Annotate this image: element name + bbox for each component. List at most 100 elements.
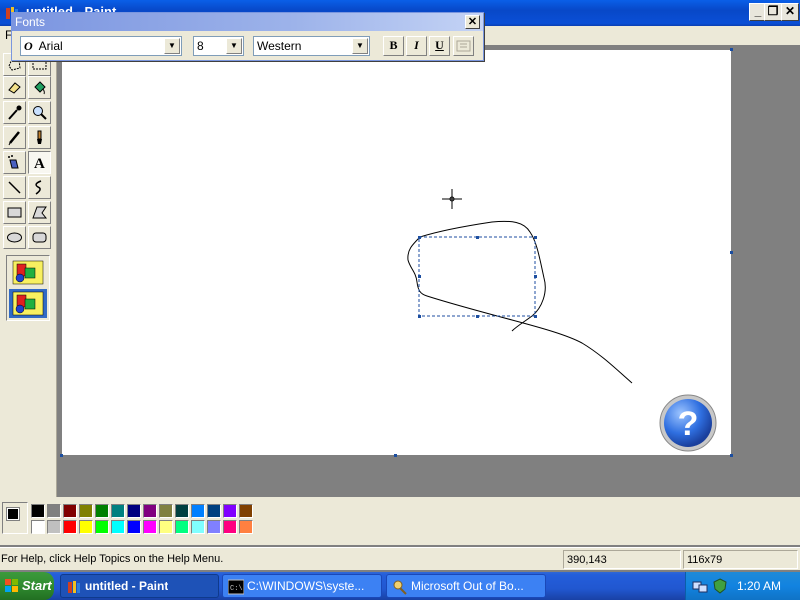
current-colors bbox=[2, 502, 28, 534]
color-swatch[interactable] bbox=[239, 504, 253, 518]
color-swatch[interactable] bbox=[31, 504, 45, 518]
line-icon bbox=[8, 181, 21, 194]
start-label: Start bbox=[22, 578, 52, 593]
color-swatch[interactable] bbox=[95, 520, 109, 534]
vertical-text-button[interactable] bbox=[453, 36, 474, 56]
color-swatch[interactable] bbox=[191, 504, 205, 518]
color-swatch[interactable] bbox=[127, 520, 141, 534]
color-swatch[interactable] bbox=[191, 520, 205, 534]
cursor-coordinates: 390,143 bbox=[563, 550, 681, 569]
rectangle-tool[interactable] bbox=[3, 201, 26, 224]
chevron-down-icon[interactable]: ▼ bbox=[226, 38, 242, 54]
color-swatch[interactable] bbox=[47, 504, 61, 518]
opaque-background-icon bbox=[12, 260, 44, 285]
network-icon[interactable] bbox=[692, 578, 708, 594]
color-swatch[interactable] bbox=[63, 520, 77, 534]
magnifier-tool[interactable] bbox=[28, 101, 51, 124]
line-tool[interactable] bbox=[3, 176, 26, 199]
canvas-resize-handle[interactable] bbox=[394, 454, 397, 457]
color-swatch[interactable] bbox=[159, 520, 173, 534]
close-button[interactable]: ✕ bbox=[781, 3, 799, 21]
vertical-text-icon bbox=[456, 40, 471, 52]
canvas-resize-handle[interactable] bbox=[730, 48, 733, 51]
font-size-dropdown[interactable]: 8 ▼ bbox=[193, 36, 244, 56]
pencil-icon bbox=[8, 131, 20, 146]
close-icon: ✕ bbox=[467, 16, 478, 28]
airbrush-tool[interactable] bbox=[3, 151, 26, 174]
brush-tool[interactable] bbox=[28, 126, 51, 149]
italic-button[interactable]: I bbox=[406, 36, 427, 56]
color-swatch[interactable] bbox=[207, 504, 221, 518]
brush-icon bbox=[37, 130, 42, 144]
rounded-rectangle-icon bbox=[32, 232, 47, 243]
taskbar-item-paint[interactable]: untitled - Paint bbox=[60, 574, 219, 598]
help-icon[interactable]: ? bbox=[658, 393, 718, 453]
pencil-tool[interactable] bbox=[3, 126, 26, 149]
canvas-resize-handle[interactable] bbox=[60, 454, 63, 457]
color-swatch[interactable] bbox=[47, 520, 61, 534]
color-swatch[interactable] bbox=[159, 504, 173, 518]
fonts-toolbar-titlebar[interactable]: Fonts ✕ bbox=[12, 13, 483, 31]
color-swatch[interactable] bbox=[223, 504, 237, 518]
eyedropper-icon bbox=[8, 105, 22, 120]
taskbar-item-oobe[interactable]: Microsoft Out of Bo... bbox=[386, 574, 546, 598]
font-script-dropdown[interactable]: Western ▼ bbox=[253, 36, 370, 56]
foreground-color bbox=[6, 507, 20, 521]
font-name-dropdown[interactable]: O Arial ▼ bbox=[20, 36, 182, 56]
color-swatch[interactable] bbox=[207, 520, 221, 534]
chevron-down-icon[interactable]: ▼ bbox=[164, 38, 180, 54]
restore-button[interactable]: ❐ bbox=[764, 3, 782, 21]
color-swatch[interactable] bbox=[143, 520, 157, 534]
canvas-resize-handle[interactable] bbox=[730, 454, 733, 457]
eraser-icon bbox=[8, 82, 21, 94]
fonts-close-button[interactable]: ✕ bbox=[465, 15, 480, 29]
color-swatch[interactable] bbox=[175, 520, 189, 534]
font-name-label: Arial bbox=[38, 39, 63, 53]
rounded-rectangle-tool[interactable] bbox=[28, 226, 51, 249]
opaque-background-option[interactable] bbox=[9, 258, 47, 287]
color-swatch[interactable] bbox=[111, 504, 125, 518]
taskbar-item-label: C:\WINDOWS\syste... bbox=[247, 579, 365, 593]
polygon-tool[interactable] bbox=[28, 201, 51, 224]
color-swatch[interactable] bbox=[31, 520, 45, 534]
minimize-icon: _ bbox=[754, 4, 762, 18]
fill-tool[interactable] bbox=[28, 76, 51, 99]
color-swatch[interactable] bbox=[79, 504, 93, 518]
color-swatch[interactable] bbox=[143, 504, 157, 518]
windows-logo-icon bbox=[5, 579, 18, 592]
canvas-resize-handle[interactable] bbox=[730, 251, 733, 254]
start-button[interactable]: Start bbox=[0, 572, 54, 600]
color-swatch[interactable] bbox=[223, 520, 237, 534]
text-tool[interactable]: A bbox=[28, 151, 51, 174]
color-swatch[interactable] bbox=[111, 520, 125, 534]
restore-icon: ❐ bbox=[767, 4, 779, 18]
text-selection-box[interactable] bbox=[418, 236, 537, 318]
taskbar-item-label: Microsoft Out of Bo... bbox=[411, 579, 524, 593]
pick-color-tool[interactable] bbox=[3, 101, 26, 124]
bold-button[interactable]: B bbox=[383, 36, 404, 56]
color-swatch[interactable] bbox=[95, 504, 109, 518]
security-icon[interactable] bbox=[712, 578, 728, 594]
crosshair-cursor bbox=[442, 189, 462, 209]
color-swatch[interactable] bbox=[175, 504, 189, 518]
transparent-background-option[interactable] bbox=[9, 289, 47, 318]
curve-icon bbox=[35, 180, 42, 195]
svg-text:C:\: C:\ bbox=[230, 585, 243, 593]
color-swatch[interactable] bbox=[79, 520, 93, 534]
underline-button[interactable]: U bbox=[429, 36, 450, 56]
transparent-background-icon bbox=[12, 291, 44, 316]
eraser-tool[interactable] bbox=[3, 76, 26, 99]
close-icon: ✕ bbox=[784, 4, 796, 18]
color-swatch[interactable] bbox=[127, 504, 141, 518]
color-swatch[interactable] bbox=[63, 504, 77, 518]
tool-box: A bbox=[0, 45, 57, 497]
chevron-down-icon[interactable]: ▼ bbox=[352, 38, 368, 54]
taskbar-item-cmd[interactable]: C:\ C:\WINDOWS\syste... bbox=[222, 574, 382, 598]
canvas-drawing bbox=[407, 189, 633, 384]
status-help-text: For Help, click Help Topics on the Help … bbox=[1, 553, 224, 565]
color-swatch[interactable] bbox=[239, 520, 253, 534]
drawing-canvas[interactable] bbox=[62, 50, 731, 455]
curve-tool[interactable] bbox=[28, 176, 51, 199]
ellipse-tool[interactable] bbox=[3, 226, 26, 249]
svg-text:A: A bbox=[34, 156, 45, 171]
